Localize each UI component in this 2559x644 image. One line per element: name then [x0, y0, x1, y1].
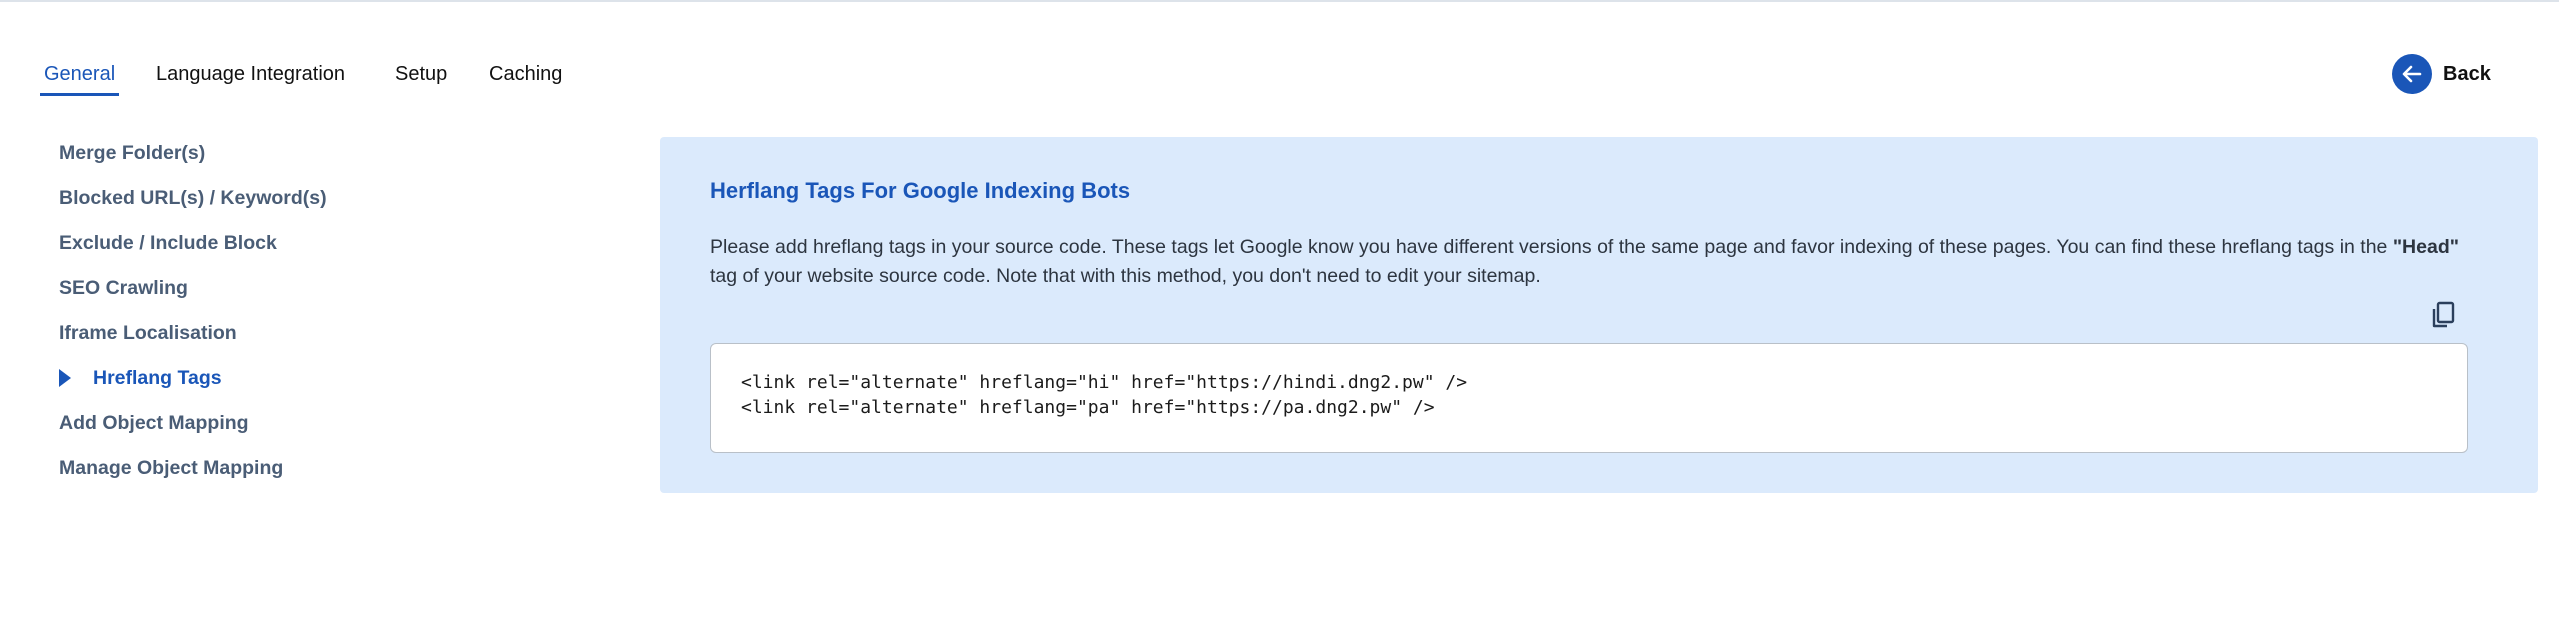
sidebar-item-hreflang-tags[interactable]: Hreflang Tags [59, 361, 222, 395]
sidebar-item-iframe-localisation[interactable]: Iframe Localisation [59, 316, 237, 350]
tab-setup[interactable]: Setup [395, 56, 447, 96]
code-line: <link rel="alternate" hreflang="pa" href… [741, 397, 1435, 418]
sidebar-item-manage-object-mapping[interactable]: Manage Object Mapping [59, 451, 283, 485]
tab-general[interactable]: General [39, 56, 120, 96]
caret-right-icon [59, 369, 71, 387]
back-label: Back [2443, 62, 2491, 85]
sidebar-item-label: Merge Folder(s) [59, 142, 206, 164]
back-button[interactable]: Back [2392, 54, 2491, 94]
sidebar-item-label: Exclude / Include Block [59, 232, 277, 254]
desc-text-cont: tag of your website source code. Note th… [710, 265, 1541, 287]
top-divider [0, 0, 2559, 2]
tab-caching[interactable]: Caching [489, 56, 562, 96]
desc-text: Please add hreflang tags in your source … [710, 236, 2393, 258]
sidebar-item-exclude-include-block[interactable]: Exclude / Include Block [59, 226, 277, 260]
arrow-left-icon [2392, 54, 2432, 94]
sidebar-item-label: Iframe Localisation [59, 322, 237, 344]
panel-description: Please add hreflang tags in your source … [710, 233, 2490, 291]
desc-head-emphasis: "Head" [2392, 236, 2459, 258]
copy-icon[interactable] [2428, 300, 2458, 330]
hreflang-code-box[interactable]: <link rel="alternate" hreflang="hi" href… [710, 343, 2468, 453]
hreflang-panel: Herflang Tags For Google Indexing Bots P… [660, 137, 2538, 493]
sidebar-item-label: Add Object Mapping [59, 412, 249, 434]
sidebar-item-merge-folders[interactable]: Merge Folder(s) [59, 136, 205, 170]
code-line: <link rel="alternate" hreflang="hi" href… [741, 372, 1468, 393]
sidebar-item-add-object-mapping[interactable]: Add Object Mapping [59, 406, 249, 440]
panel-title: Herflang Tags For Google Indexing Bots [710, 178, 1131, 203]
sidebar-item-label: Manage Object Mapping [59, 457, 284, 479]
sidebar-item-seo-crawling[interactable]: SEO Crawling [59, 271, 188, 305]
sidebar-item-blocked-urls[interactable]: Blocked URL(s) / Keyword(s) [59, 181, 327, 215]
sidebar-item-label: Blocked URL(s) / Keyword(s) [59, 187, 327, 209]
tab-language-integration[interactable]: Language Integration [156, 56, 345, 96]
sidebar-item-label: SEO Crawling [59, 277, 188, 299]
sidebar-item-label: Hreflang Tags [93, 367, 222, 389]
